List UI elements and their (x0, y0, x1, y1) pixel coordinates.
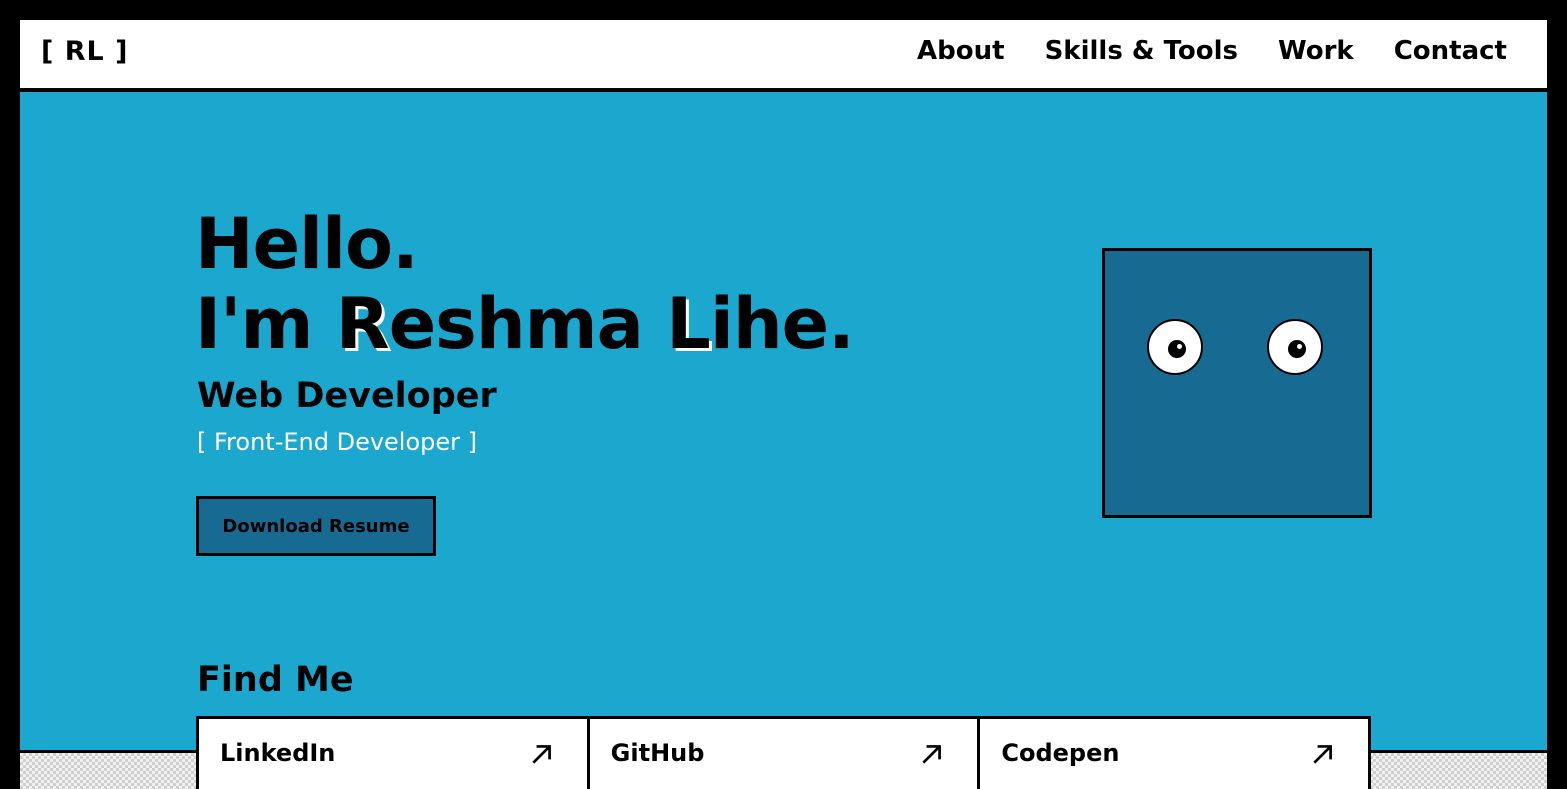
nav-work[interactable]: Work (1278, 36, 1354, 66)
linkedin-link-label: LinkedIn (220, 739, 336, 767)
name-first-rest: eshma (388, 283, 667, 365)
codepen-link-label: Codepen (1001, 739, 1120, 767)
nav-contact[interactable]: Contact (1394, 36, 1507, 66)
hero-intro-prefix: I'm (195, 283, 336, 365)
avatar-face-illustration (1102, 248, 1372, 518)
download-resume-button[interactable]: Download Resume (196, 496, 436, 556)
job-role: Web Developer (197, 376, 497, 416)
name-last-initial: L (666, 283, 711, 365)
main-nav: About Skills & Tools Work Contact (917, 36, 1507, 66)
site-logo[interactable]: [ RL ] (41, 36, 128, 67)
hero-intro: I'm Reshma Lihe. (195, 283, 855, 365)
name-first-initial: R (335, 283, 390, 365)
nav-skills-tools[interactable]: Skills & Tools (1045, 36, 1238, 66)
job-sub-role: [ Front-End Developer ] (197, 428, 478, 456)
linkedin-link[interactable]: LinkedIn (199, 719, 590, 789)
github-link-label: GitHub (610, 739, 705, 767)
right-pupil (1288, 340, 1306, 358)
site-header: [ RL ] About Skills & Tools Work Contact (20, 20, 1547, 92)
left-pupil (1168, 340, 1186, 358)
arrow-up-right-icon (922, 745, 942, 764)
social-links: LinkedIn GitHub Codepen (196, 716, 1371, 789)
github-link[interactable]: GitHub (590, 719, 981, 789)
arrow-up-right-icon (1313, 745, 1332, 764)
nav-about[interactable]: About (917, 36, 1005, 66)
hero-title: Hello. I'm Reshma Lihe. (195, 203, 855, 365)
name-last-rest: ihe. (709, 283, 855, 365)
right-eye-icon (1267, 319, 1323, 375)
arrow-up-right-icon (532, 745, 551, 764)
page-frame: [ RL ] About Skills & Tools Work Contact… (20, 20, 1547, 789)
hero-greeting: Hello. (195, 203, 419, 285)
left-eye-icon (1147, 319, 1203, 375)
find-me-title: Find Me (197, 660, 354, 700)
codepen-link[interactable]: Codepen (980, 719, 1368, 789)
